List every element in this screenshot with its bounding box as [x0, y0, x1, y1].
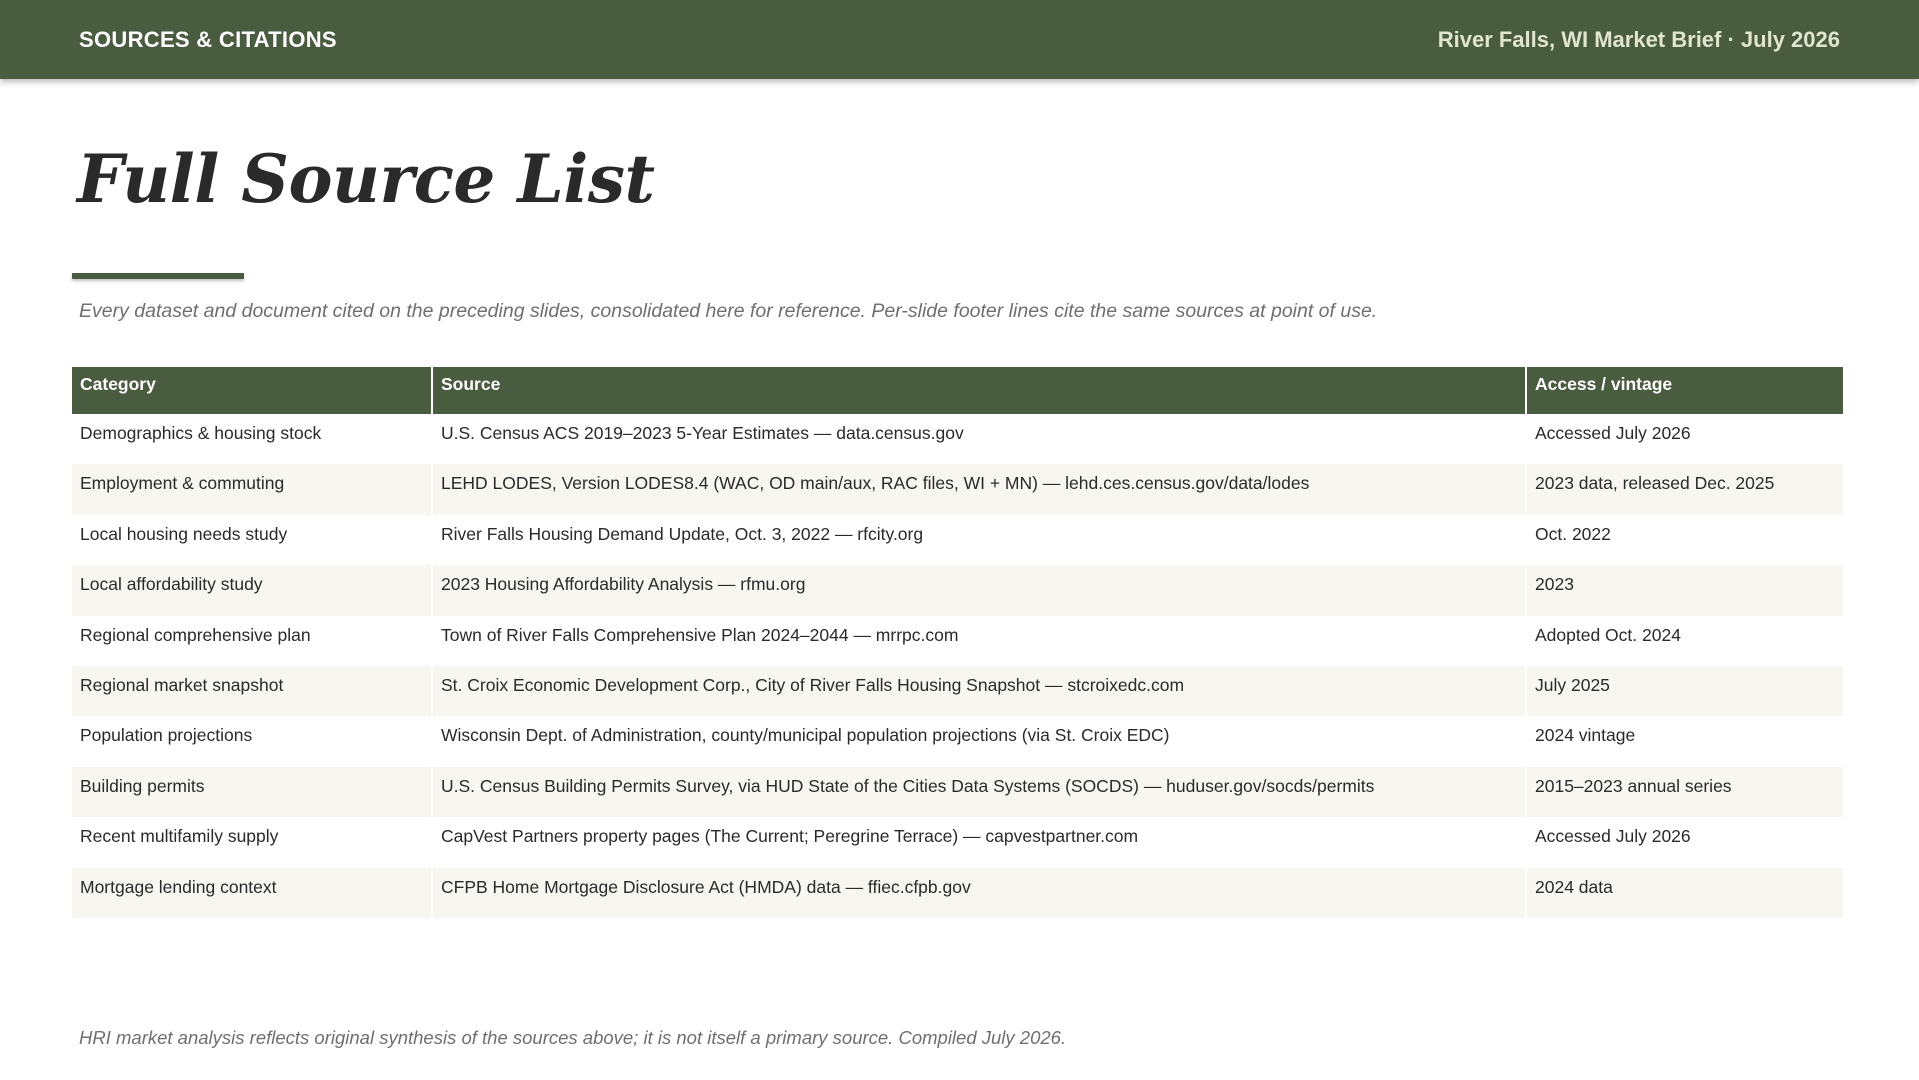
category-cell: Demographics & housing stock: [72, 414, 432, 465]
title-accent-divider: [72, 273, 244, 279]
table-header-row: Category Source Access / vintage: [72, 367, 1843, 414]
source-cell: CFPB Home Mortgage Disclosure Act (HMDA)…: [431, 867, 1526, 918]
table-row: Mortgage lending context CFPB Home Mortg…: [72, 867, 1843, 918]
vintage-cell: 2024 vintage: [1525, 716, 1843, 767]
vintage-cell: 2023 data, released Dec. 2025: [1525, 464, 1843, 515]
source-cell: CapVest Partners property pages (The Cur…: [431, 817, 1526, 868]
table-row: Demographics & housing stock U.S. Census…: [72, 414, 1843, 465]
vintage-cell: Accessed July 2026: [1525, 817, 1843, 868]
table-row: Population projections Wisconsin Dept. o…: [72, 716, 1843, 767]
category-cell: Regional market snapshot: [72, 665, 432, 717]
section-label: SOURCES & CITATIONS: [79, 27, 337, 52]
category-cell: Building permits: [72, 766, 432, 818]
source-cell: Wisconsin Dept. of Administration, count…: [431, 716, 1526, 767]
source-cell: U.S. Census ACS 2019–2023 5-Year Estimat…: [431, 414, 1526, 465]
vintage-cell: 2015–2023 annual series: [1525, 766, 1843, 818]
column-header-source: Source: [431, 367, 1526, 414]
vintage-cell: 2024 data: [1525, 867, 1843, 918]
category-cell: Employment & commuting: [72, 464, 432, 515]
vintage-cell: Accessed July 2026: [1525, 414, 1843, 465]
vintage-cell: July 2025: [1525, 665, 1843, 717]
category-cell: Local housing needs study: [72, 514, 432, 566]
brief-label: River Falls, WI Market Brief · July 2026: [1437, 27, 1840, 52]
sources-table: Category Source Access / vintage Demogra…: [72, 367, 1843, 918]
table-row: Recent multifamily supply CapVest Partne…: [72, 817, 1843, 868]
category-cell: Regional comprehensive plan: [72, 615, 432, 666]
column-header-category: Category: [72, 367, 432, 414]
table-row: Local affordability study 2023 Housing A…: [72, 565, 1843, 616]
vintage-cell: Adopted Oct. 2024: [1525, 615, 1843, 666]
table-row: Building permits U.S. Census Building Pe…: [72, 766, 1843, 818]
page-title: Full Source List: [77, 140, 655, 218]
footer-note: HRI market analysis reflects original sy…: [79, 1027, 1067, 1048]
table-row: Local housing needs study River Falls Ho…: [72, 514, 1843, 566]
category-cell: Recent multifamily supply: [72, 817, 432, 868]
table-row: Employment & commuting LEHD LODES, Versi…: [72, 464, 1843, 515]
vintage-cell: 2023: [1525, 565, 1843, 616]
source-cell: U.S. Census Building Permits Survey, via…: [431, 766, 1526, 818]
source-cell: LEHD LODES, Version LODES8.4 (WAC, OD ma…: [431, 464, 1526, 515]
source-cell: 2023 Housing Affordability Analysis — rf…: [431, 565, 1526, 616]
category-cell: Local affordability study: [72, 565, 432, 616]
vintage-cell: Oct. 2022: [1525, 514, 1843, 566]
category-cell: Mortgage lending context: [72, 867, 432, 918]
column-header-access-vintage: Access / vintage: [1525, 367, 1843, 414]
page-subtitle: Every dataset and document cited on the …: [79, 300, 1378, 322]
source-cell: St. Croix Economic Development Corp., Ci…: [431, 665, 1526, 717]
source-cell: Town of River Falls Comprehensive Plan 2…: [431, 615, 1526, 666]
table-row: Regional market snapshot St. Croix Econo…: [72, 665, 1843, 717]
table-row: Regional comprehensive plan Town of Rive…: [72, 615, 1843, 666]
category-cell: Population projections: [72, 716, 432, 767]
source-cell: River Falls Housing Demand Update, Oct. …: [431, 514, 1526, 566]
slide: SOURCES & CITATIONS River Falls, WI Mark…: [0, 0, 1919, 1080]
header-bar: SOURCES & CITATIONS River Falls, WI Mark…: [0, 0, 1919, 79]
